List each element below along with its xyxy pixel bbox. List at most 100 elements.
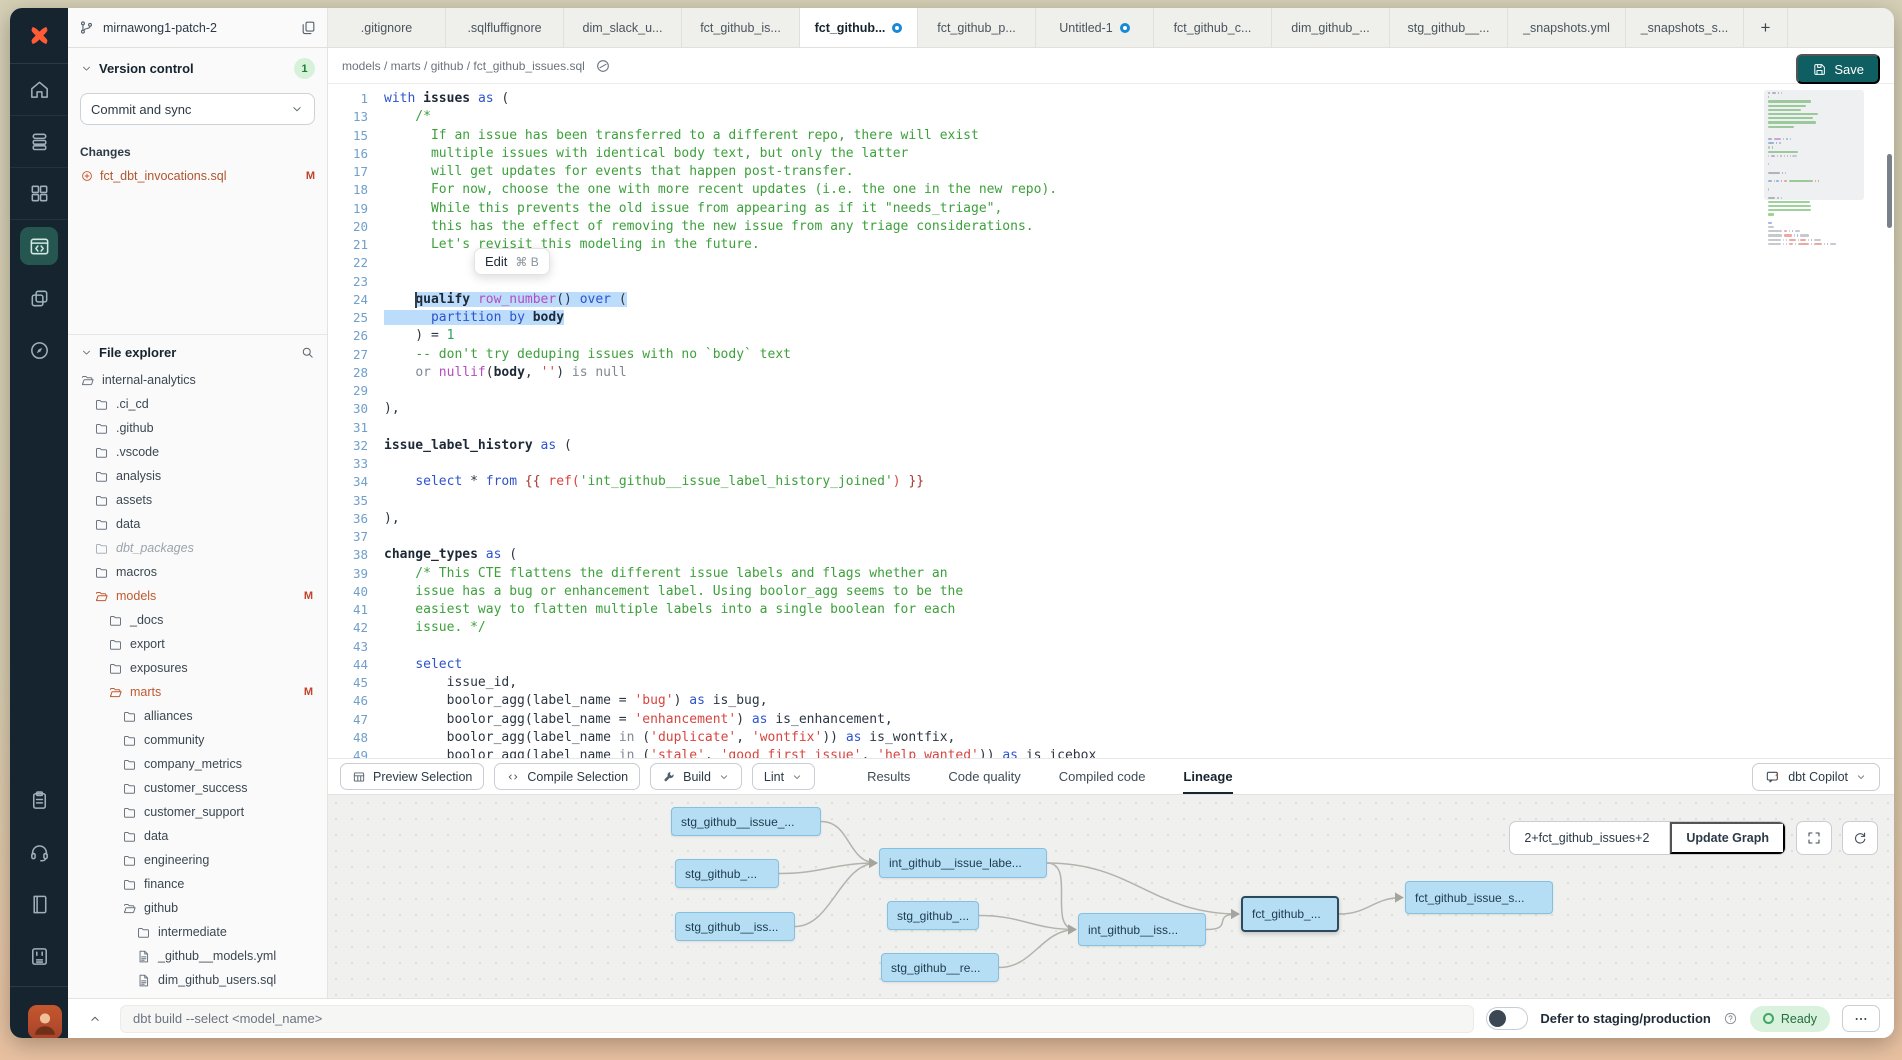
refresh-button[interactable] — [1842, 821, 1878, 855]
help-icon[interactable] — [1723, 1011, 1738, 1026]
editor-scrollbar[interactable] — [1887, 154, 1892, 228]
tree-item-finance[interactable]: finance — [80, 872, 315, 896]
tree-item-assets[interactable]: assets — [80, 488, 315, 512]
tree-item-community[interactable]: community — [80, 728, 315, 752]
nav-compass[interactable] — [10, 324, 68, 376]
tree-item-_docs[interactable]: _docs — [80, 608, 315, 632]
fullscreen-button[interactable] — [1796, 821, 1832, 855]
copilot-label: dbt Copilot — [1788, 770, 1848, 784]
code-line: 40 issue has a bug or enhancement label.… — [328, 583, 1894, 601]
tree-item-data[interactable]: data — [80, 824, 315, 848]
compile-selection-button[interactable]: Compile Selection — [494, 763, 640, 790]
lineage-node-n3[interactable]: stg_github__iss... — [675, 912, 795, 941]
collapse-command-bar-button[interactable] — [82, 1006, 108, 1032]
editor-tab[interactable]: fct_github_is... — [682, 8, 800, 47]
editor-tab[interactable]: .sqlfluffignore — [446, 8, 564, 47]
minimap-slider[interactable] — [1764, 90, 1864, 200]
dbt-copilot-button[interactable]: dbt Copilot — [1752, 763, 1880, 791]
lineage-panel[interactable]: stg_github__issue_... stg_github_... stg_g… — [328, 795, 1894, 998]
nav-stack[interactable] — [10, 116, 68, 168]
tree-item-marts[interactable]: martsM — [80, 680, 315, 704]
nav-avatar[interactable] — [10, 986, 68, 1038]
lineage-node-n8[interactable]: fct_github_... — [1241, 896, 1339, 932]
editor-tab[interactable]: stg_github__... — [1390, 8, 1508, 47]
nav-home[interactable] — [10, 64, 68, 116]
editor-tab[interactable]: fct_github... — [800, 8, 918, 47]
tree-item-github[interactable]: github — [80, 896, 315, 920]
nav-dbt-logo[interactable] — [10, 8, 68, 64]
editor-tab[interactable]: fct_github_p... — [918, 8, 1036, 47]
app-window: mirnawong1-patch-2 .gitignore.sqlfluffig… — [10, 8, 1894, 1038]
code-editor[interactable]: 1with issues as (13 /*15 If an issue has… — [328, 84, 1894, 758]
tree-item-intermediate[interactable]: intermediate — [80, 920, 315, 944]
lineage-selector-input[interactable]: 2+fct_github_issues+2 — [1510, 822, 1670, 854]
dbt-command-input[interactable]: dbt build --select <model_name> — [120, 1005, 1474, 1033]
tree-item-customer_support[interactable]: customer_support — [80, 800, 315, 824]
copy-icon[interactable] — [300, 19, 317, 36]
panel-tab-compiled-code[interactable]: Compiled code — [1059, 759, 1146, 794]
panel-tab-code-quality[interactable]: Code quality — [948, 759, 1020, 794]
defer-toggle[interactable] — [1486, 1007, 1528, 1030]
nav-keypad[interactable] — [10, 930, 68, 982]
editor-tab[interactable]: dim_github_... — [1272, 8, 1390, 47]
tree-item-label: dbt_packages — [116, 541, 194, 555]
edit-tooltip[interactable]: Edit ⌘ B — [474, 248, 550, 275]
build-button[interactable]: Build — [650, 763, 742, 790]
nav-book[interactable] — [10, 878, 68, 930]
new-tab-button[interactable]: + — [1744, 8, 1788, 47]
nav-code-window[interactable] — [10, 220, 68, 272]
tree-item-.vscode[interactable]: .vscode — [80, 440, 315, 464]
lineage-node-n7[interactable]: int_github__iss... — [1078, 913, 1206, 946]
commit-and-sync-select[interactable]: Commit and sync — [80, 93, 315, 125]
editor-tab[interactable]: Untitled-1 — [1036, 8, 1154, 47]
lineage-node-n4[interactable]: int_github__issue_labe... — [879, 848, 1047, 878]
editor-tab[interactable]: dim_slack_u... — [564, 8, 682, 47]
nav-clipboard[interactable] — [10, 774, 68, 826]
editor-tab[interactable]: fct_github_c... — [1154, 8, 1272, 47]
tree-item-customer_success[interactable]: customer_success — [80, 776, 315, 800]
tree-item-company_metrics[interactable]: company_metrics — [80, 752, 315, 776]
tree-item-analysis[interactable]: analysis — [80, 464, 315, 488]
left-nav — [10, 8, 68, 1038]
lineage-node-n5[interactable]: stg_github_... — [887, 901, 979, 930]
nav-headset[interactable] — [10, 826, 68, 878]
tree-item-alliances[interactable]: alliances — [80, 704, 315, 728]
tree-item-.ci_cd[interactable]: .ci_cd — [80, 392, 315, 416]
editor-tab[interactable]: _snapshots_s... — [1626, 8, 1744, 47]
more-options-button[interactable] — [1842, 1005, 1880, 1032]
changed-file[interactable]: fct_dbt_invocations.sqlM — [80, 169, 315, 183]
lineage-node-n6[interactable]: stg_github__re... — [881, 953, 999, 982]
tree-item-data[interactable]: data — [80, 512, 315, 536]
tree-item-dim_github_users.sql[interactable]: dim_github_users.sql — [80, 968, 315, 992]
tree-item-macros[interactable]: macros — [80, 560, 315, 584]
tree-item-models[interactable]: modelsM — [80, 584, 315, 608]
lineage-node-n2[interactable]: stg_github_... — [675, 859, 779, 888]
nav-grid[interactable] — [10, 168, 68, 220]
tree-item-_github__models.yml[interactable]: _github__models.yml — [80, 944, 315, 968]
file-state-icon[interactable] — [595, 58, 611, 74]
minimap[interactable] — [1768, 92, 1860, 247]
panel-tab-results[interactable]: Results — [867, 759, 910, 794]
tree-item-engineering[interactable]: engineering — [80, 848, 315, 872]
save-button[interactable]: Save — [1796, 54, 1880, 84]
editor-tab[interactable]: .gitignore — [328, 8, 446, 47]
code-line: 42 issue. */ — [328, 619, 1894, 637]
folder-icon — [94, 445, 109, 460]
lineage-node-n1[interactable]: stg_github__issue_... — [671, 807, 821, 836]
preview-selection-button[interactable]: Preview Selection — [340, 763, 484, 790]
tree-item-exposures[interactable]: exposures — [80, 656, 315, 680]
tree-item-.github[interactable]: .github — [80, 416, 315, 440]
tree-item-dbt_packages[interactable]: dbt_packages — [80, 536, 315, 560]
chevron-down-icon[interactable] — [80, 62, 93, 75]
nav-overlap-windows[interactable] — [10, 272, 68, 324]
tree-item-export[interactable]: export — [80, 632, 315, 656]
lineage-node-n9[interactable]: fct_github_issue_s... — [1405, 881, 1553, 914]
search-icon[interactable] — [300, 345, 315, 360]
editor-tab[interactable]: _snapshots.yml — [1508, 8, 1626, 47]
panel-tab-lineage[interactable]: Lineage — [1183, 759, 1232, 794]
lint-button[interactable]: Lint — [752, 763, 815, 790]
update-graph-button[interactable]: Update Graph — [1670, 822, 1785, 854]
tree-item-internal-analytics[interactable]: internal-analytics — [80, 368, 315, 392]
chevron-down-icon[interactable] — [80, 346, 93, 359]
editor-toolbar: Preview Selection Compile Selection Build L… — [328, 758, 1894, 795]
